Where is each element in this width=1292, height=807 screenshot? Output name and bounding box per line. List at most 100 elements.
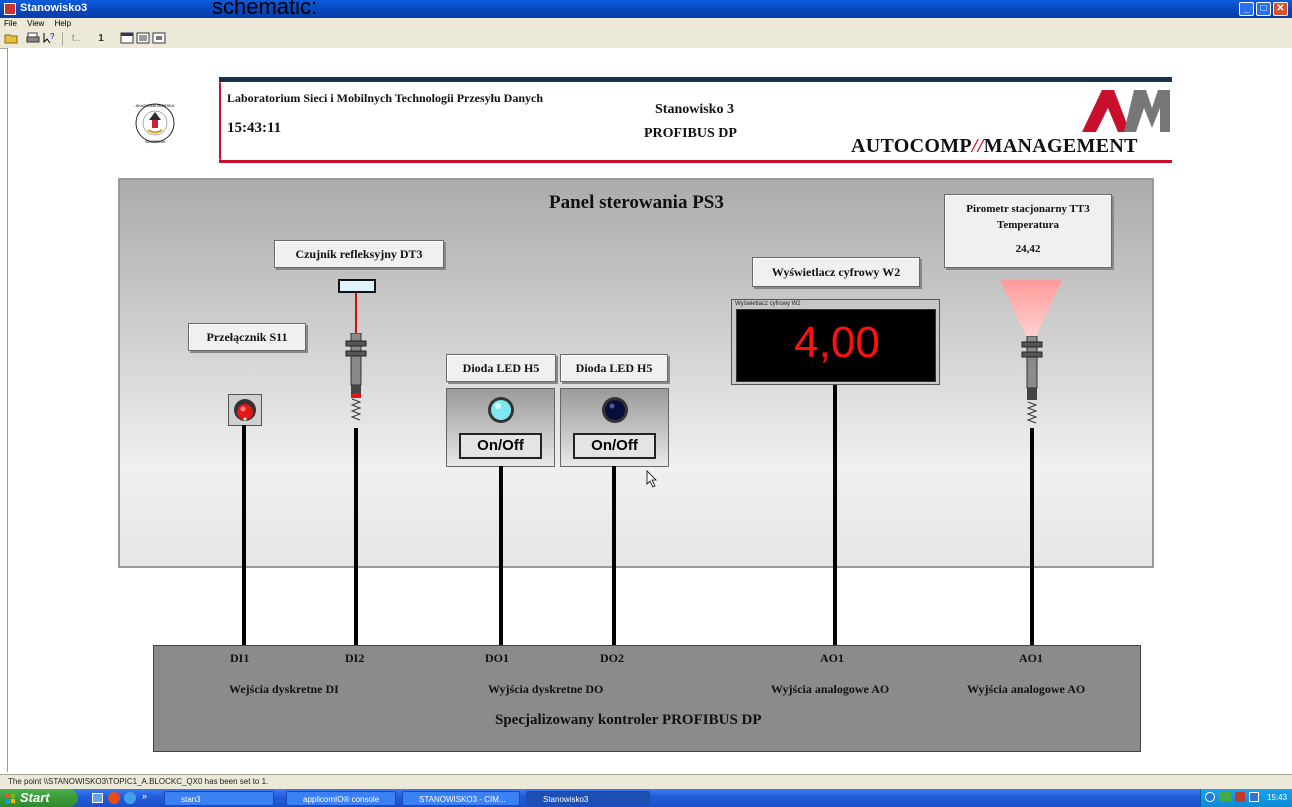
svg-text:?: ? (50, 32, 55, 41)
window-title: Stanowisko3 (20, 2, 88, 14)
tray-expand-icon[interactable] (1205, 792, 1215, 802)
network-icon[interactable] (1219, 792, 1231, 802)
toolbar-separator (62, 32, 63, 46)
pyrometer-label: Pirometr stacjonarny TT3 Temperatura 24,… (944, 194, 1112, 268)
company-name: AUTOCOMP//MANAGEMENT (851, 135, 1138, 158)
port-ao1-second: AO1 (1019, 651, 1043, 665)
chrome-icon[interactable] (108, 792, 120, 804)
wire-do1 (499, 466, 503, 645)
task-stan3[interactable]: stan3 (164, 791, 274, 806)
port-do1: DO1 (485, 651, 509, 665)
led1-label: Dioda LED H5 (446, 354, 556, 382)
minimize-button[interactable]: _ (1239, 2, 1254, 16)
led2-panel: On/Off (560, 388, 669, 467)
tray-clock: 15:43 (1267, 793, 1288, 802)
wire-ao2 (1030, 428, 1034, 645)
menu-help[interactable]: Help (51, 18, 75, 28)
windows-flag-icon (6, 792, 16, 803)
led2-label: Dioda LED H5 (560, 354, 668, 382)
pyrometer-title: Pirometr stacjonarny TT3 (966, 203, 1090, 215)
show-desktop-icon[interactable] (92, 793, 103, 803)
port-di1: DI1 (230, 651, 250, 665)
header-time: 15:43:11 (227, 120, 282, 136)
task-stanowisko3[interactable]: Stanowisko3 (526, 791, 650, 806)
company-name-part2: MANAGEMENT (983, 135, 1138, 157)
ie-icon[interactable] (124, 792, 136, 804)
pyrometer-value: 24,42 (1015, 243, 1041, 255)
page-number: 1 (98, 33, 104, 44)
wire-ao1 (833, 385, 837, 645)
app-icon (4, 3, 16, 15)
company-slash-icon: // (971, 135, 984, 157)
header-bar-bottom (219, 160, 1172, 163)
academy-logo: AKADEMIA MORSKA SZCZECIN (134, 100, 176, 146)
menu-bar: File View Help (0, 18, 1292, 30)
group-do: Wyjścia dyskretne DO (488, 682, 604, 696)
overlay-text: schematic: (212, 0, 318, 19)
menu-file[interactable]: File (0, 18, 21, 28)
switch-label: Przełącznik S11 (188, 323, 306, 351)
start-label: Start (20, 790, 50, 805)
wire-di2 (354, 428, 358, 645)
system-tray: 15:43 (1200, 789, 1292, 807)
display-label: Wyświetlacz cyfrowy W2 (752, 257, 920, 287)
list-icon[interactable] (136, 32, 150, 46)
help-pointer-icon[interactable]: ? (42, 32, 56, 46)
display-value: 4,00 (794, 318, 880, 367)
company-name-part1: AUTOCOMP (851, 135, 972, 157)
protocol-name: PROFIBUS DP (644, 126, 737, 141)
start-button[interactable]: Start (0, 789, 78, 807)
wire-do2 (612, 466, 616, 645)
controller-name: Specjalizowany kontroler PROFIBUS DP (495, 712, 762, 728)
sensor-label: Czujnik refleksyjny DT3 (274, 240, 444, 268)
maximize-button[interactable]: □ (1256, 2, 1271, 16)
sensor-reflector (338, 279, 376, 293)
print-icon[interactable] (26, 32, 40, 46)
led2-onoff-button[interactable]: On/Off (573, 433, 656, 459)
digital-display-w2: Wyświetlacz cyfrowy W2 4,00 (731, 299, 940, 385)
status-bar: The point \\STANOWISKO3\TOPIC1_A.BLOCKC_… (0, 774, 1292, 789)
port-ao1: AO1 (820, 651, 844, 665)
status-message: The point \\STANOWISKO3\TOPIC1_A.BLOCKC_… (8, 777, 269, 786)
svg-text:SZCZECIN: SZCZECIN (145, 139, 165, 144)
more-icon[interactable]: » (142, 791, 147, 801)
mouse-cursor-icon (646, 470, 657, 488)
company-logo (1080, 88, 1172, 134)
pyrometer-sensor-icon (1019, 335, 1045, 428)
header-line-left (219, 82, 221, 160)
close-button[interactable]: ✕ (1273, 2, 1288, 16)
toolbar: ? t.. 1 (0, 30, 1292, 49)
header-bar-top (219, 77, 1172, 82)
display-screen: 4,00 (736, 309, 936, 382)
led1-onoff-button[interactable]: On/Off (459, 433, 542, 459)
port-do2: DO2 (600, 651, 624, 665)
open-folder-icon[interactable] (4, 32, 18, 46)
antivirus-icon[interactable] (1235, 792, 1245, 802)
group-di: Wejścia dyskretne DI (229, 682, 339, 696)
group-ao1: Wyjścia analogowe AO (771, 682, 890, 696)
sensor-beam (355, 293, 357, 335)
display-caption: Wyświetlacz cyfrowy W2 (735, 301, 801, 307)
display-icon[interactable] (152, 32, 166, 46)
station-name: Stanowisko 3 (655, 102, 734, 117)
volume-icon[interactable] (1249, 792, 1259, 802)
wire-di1 (242, 425, 246, 645)
pyrometer-subtitle: Temperatura (997, 219, 1059, 231)
panel-title: Panel sterowania PS3 (549, 192, 724, 213)
task-cimplicity[interactable]: STANOWISKO3 - CIM... (402, 791, 520, 806)
task-applicom[interactable]: applicomIO® console (286, 791, 396, 806)
title-bar: Stanowisko3 _ □ ✕ (0, 0, 1292, 18)
port-di2: DI2 (345, 651, 365, 665)
svg-text:AKADEMIA MORSKA: AKADEMIA MORSKA (136, 103, 175, 108)
pyrometer-beam (1000, 280, 1062, 338)
quick-launch: » (92, 791, 152, 805)
back-icon[interactable]: t.. (68, 32, 84, 46)
led1-indicator (488, 397, 514, 423)
led1-panel: On/Off (446, 388, 555, 467)
led2-indicator (602, 397, 628, 423)
window-icon[interactable] (120, 32, 134, 46)
group-ao2: Wyjścia analogowe AO (967, 682, 1086, 696)
profibus-controller (153, 645, 1141, 752)
menu-view[interactable]: View (23, 18, 48, 28)
switch-s11[interactable] (228, 394, 262, 426)
